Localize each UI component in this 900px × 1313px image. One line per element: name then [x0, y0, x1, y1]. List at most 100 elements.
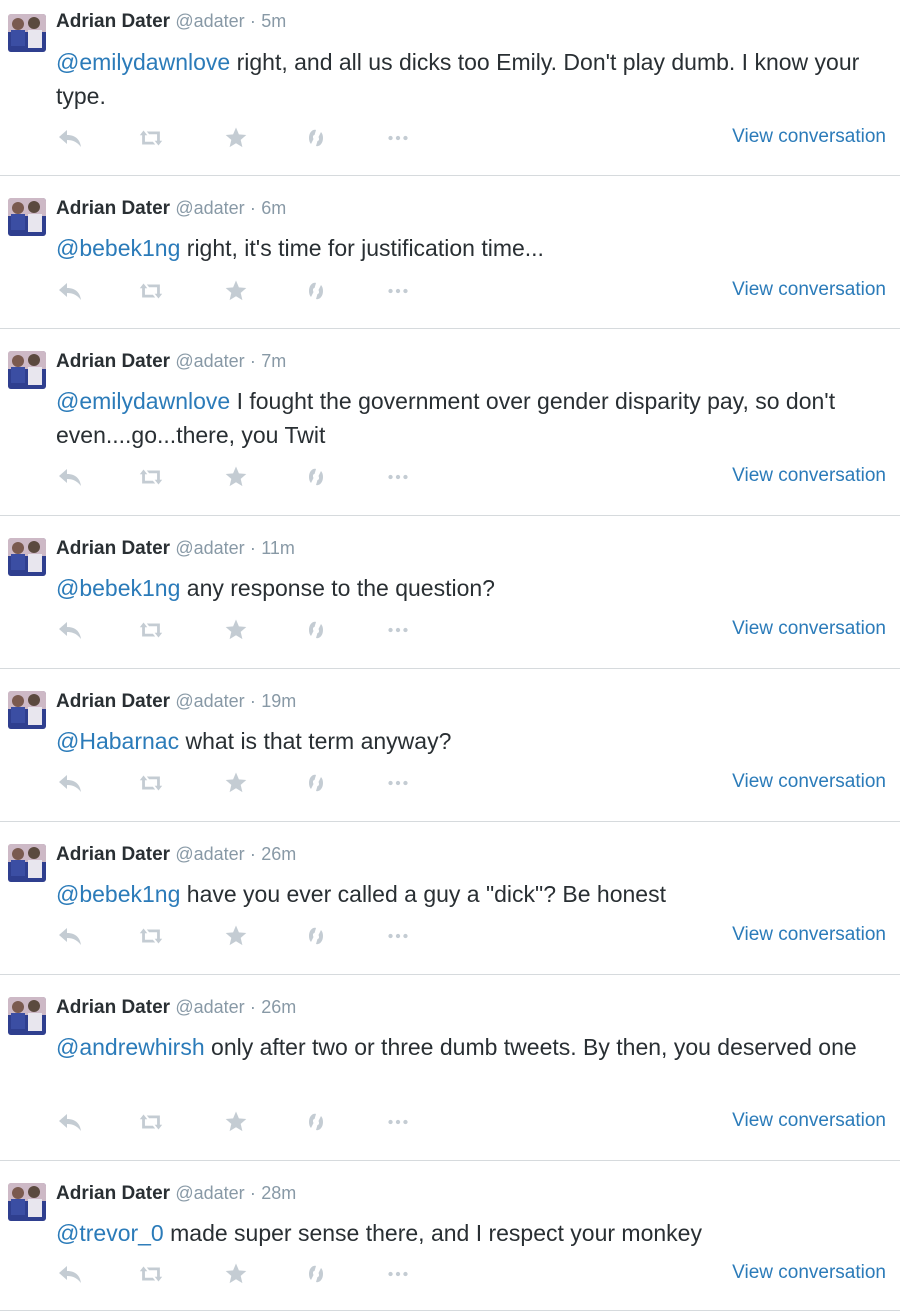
meta-separator: · — [249, 844, 256, 864]
author-name[interactable]: Adrian Dater — [56, 11, 170, 32]
reply-icon[interactable] — [56, 463, 84, 491]
mention-link[interactable]: @bebek1ng — [56, 881, 180, 907]
more-icon[interactable] — [384, 1260, 412, 1288]
author-handle[interactable]: @adater — [175, 691, 244, 711]
more-icon[interactable] — [384, 124, 412, 152]
star-icon[interactable] — [222, 922, 250, 950]
tip-icon[interactable] — [302, 1108, 330, 1136]
retweet-icon[interactable] — [137, 463, 165, 491]
avatar[interactable] — [8, 14, 46, 52]
retweet-icon[interactable] — [137, 277, 165, 305]
view-conversation-link[interactable]: View conversation — [732, 465, 886, 487]
view-conversation-link[interactable]: View conversation — [732, 771, 886, 793]
more-icon[interactable] — [384, 277, 412, 305]
tweet-body-text: only after two or three dumb tweets. By … — [204, 1034, 857, 1060]
author-handle[interactable]: @adater — [175, 997, 244, 1017]
tweet-actions: View conversation — [56, 463, 896, 493]
author-name[interactable]: Adrian Dater — [56, 198, 170, 219]
star-icon[interactable] — [222, 1260, 250, 1288]
retweet-icon[interactable] — [137, 1260, 165, 1288]
more-icon[interactable] — [384, 616, 412, 644]
tweet: Adrian Dater @adater · 26m @andrewhirsh … — [0, 975, 900, 1161]
reply-icon[interactable] — [56, 769, 84, 797]
reply-icon[interactable] — [56, 124, 84, 152]
avatar[interactable] — [8, 198, 46, 236]
avatar[interactable] — [8, 691, 46, 729]
reply-icon[interactable] — [56, 922, 84, 950]
author-handle[interactable]: @adater — [175, 1183, 244, 1203]
author-name[interactable]: Adrian Dater — [56, 1183, 170, 1204]
more-icon[interactable] — [384, 463, 412, 491]
view-conversation-link[interactable]: View conversation — [732, 1110, 886, 1132]
author-name[interactable]: Adrian Dater — [56, 351, 170, 372]
view-conversation-link[interactable]: View conversation — [732, 924, 886, 946]
author-handle[interactable]: @adater — [175, 538, 244, 558]
view-conversation-link[interactable]: View conversation — [732, 279, 886, 301]
tweet-timestamp[interactable]: 26m — [261, 844, 296, 864]
avatar[interactable] — [8, 1183, 46, 1221]
tweet-timestamp[interactable]: 11m — [261, 538, 295, 558]
tip-icon[interactable] — [302, 1260, 330, 1288]
author-name[interactable]: Adrian Dater — [56, 691, 170, 712]
tip-icon[interactable] — [302, 616, 330, 644]
mention-link[interactable]: @emilydawnlove — [56, 49, 230, 75]
tweet-actions: View conversation — [56, 922, 896, 952]
star-icon[interactable] — [222, 463, 250, 491]
tip-icon[interactable] — [302, 124, 330, 152]
retweet-icon[interactable] — [137, 922, 165, 950]
tweet-timestamp[interactable]: 7m — [261, 351, 286, 371]
avatar[interactable] — [8, 844, 46, 882]
tip-icon[interactable] — [302, 769, 330, 797]
avatar[interactable] — [8, 538, 46, 576]
meta-separator: · — [249, 351, 256, 371]
retweet-icon[interactable] — [137, 616, 165, 644]
author-name[interactable]: Adrian Dater — [56, 997, 170, 1018]
star-icon[interactable] — [222, 1108, 250, 1136]
tweet-timestamp[interactable]: 28m — [261, 1183, 296, 1203]
more-icon[interactable] — [384, 1108, 412, 1136]
star-icon[interactable] — [222, 616, 250, 644]
author-handle[interactable]: @adater — [175, 198, 244, 218]
tweet-header: Adrian Dater @adater · 11m — [56, 538, 295, 560]
author-handle[interactable]: @adater — [175, 351, 244, 371]
author-handle[interactable]: @adater — [175, 11, 244, 31]
mention-link[interactable]: @Habarnac — [56, 728, 179, 754]
mention-link[interactable]: @trevor_0 — [56, 1220, 164, 1246]
view-conversation-link[interactable]: View conversation — [732, 126, 886, 148]
view-conversation-link[interactable]: View conversation — [732, 1262, 886, 1284]
reply-icon[interactable] — [56, 1108, 84, 1136]
star-icon[interactable] — [222, 124, 250, 152]
mention-link[interactable]: @bebek1ng — [56, 235, 180, 261]
retweet-icon[interactable] — [137, 769, 165, 797]
star-icon[interactable] — [222, 277, 250, 305]
author-name[interactable]: Adrian Dater — [56, 538, 170, 559]
avatar-image — [8, 538, 46, 576]
more-icon[interactable] — [384, 922, 412, 950]
reply-icon[interactable] — [56, 277, 84, 305]
tweet-timestamp[interactable]: 5m — [261, 11, 286, 31]
reply-icon[interactable] — [56, 616, 84, 644]
mention-link[interactable]: @emilydawnlove — [56, 388, 230, 414]
tweet-timestamp[interactable]: 6m — [261, 198, 286, 218]
tweet-header: Adrian Dater @adater · 26m — [56, 844, 296, 866]
avatar[interactable] — [8, 351, 46, 389]
tip-icon[interactable] — [302, 922, 330, 950]
tweet-text: @emilydawnlove right, and all us dicks t… — [56, 45, 894, 113]
star-icon[interactable] — [222, 769, 250, 797]
retweet-icon[interactable] — [137, 124, 165, 152]
retweet-icon[interactable] — [137, 1108, 165, 1136]
author-name[interactable]: Adrian Dater — [56, 844, 170, 865]
tweet-actions: View conversation — [56, 277, 896, 307]
reply-icon[interactable] — [56, 1260, 84, 1288]
author-handle[interactable]: @adater — [175, 844, 244, 864]
mention-link[interactable]: @andrewhirsh — [56, 1034, 205, 1060]
tip-icon[interactable] — [302, 463, 330, 491]
avatar-image — [8, 14, 46, 52]
more-icon[interactable] — [384, 769, 412, 797]
avatar[interactable] — [8, 997, 46, 1035]
tweet-timestamp[interactable]: 26m — [261, 997, 296, 1017]
view-conversation-link[interactable]: View conversation — [732, 618, 886, 640]
tip-icon[interactable] — [302, 277, 330, 305]
tweet-timestamp[interactable]: 19m — [261, 691, 296, 711]
mention-link[interactable]: @bebek1ng — [56, 575, 180, 601]
